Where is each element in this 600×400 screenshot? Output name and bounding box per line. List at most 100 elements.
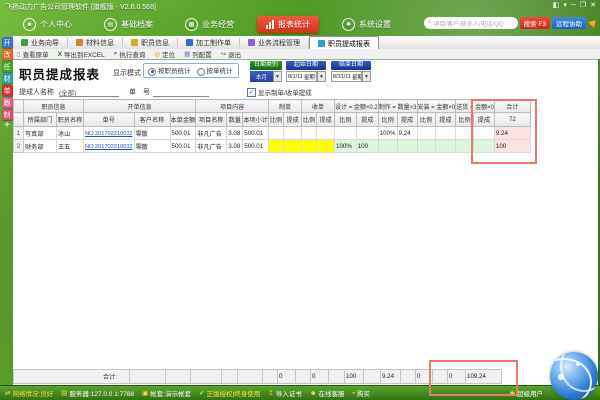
- grid-cell[interactable]: [473, 127, 494, 140]
- grid-cell[interactable]: 2: [14, 140, 24, 153]
- grid-cell[interactable]: 1: [14, 127, 24, 140]
- close-icon[interactable]: ✕: [590, 1, 596, 11]
- toolbar-4[interactable]: ◎定位: [154, 49, 175, 59]
- grid-cell[interactable]: [302, 140, 317, 153]
- grid-cell[interactable]: [317, 140, 335, 153]
- grid-cell[interactable]: 100%: [335, 140, 357, 153]
- toolbar-label: 退出: [228, 49, 241, 59]
- quick-add-button[interactable]: +: [4, 121, 10, 131]
- order-no-link[interactable]: NO.201702210032: [85, 144, 133, 150]
- grid-cell[interactable]: 500.01: [170, 140, 196, 153]
- grid-cell[interactable]: 非凡广告: [196, 140, 227, 153]
- mode-radio-1[interactable]: 按职员统计: [148, 65, 191, 75]
- order-no-link[interactable]: NO.201702210032: [85, 131, 133, 137]
- grid-cell[interactable]: 500.01: [243, 127, 269, 140]
- grid-cell[interactable]: NO.201702210032: [84, 140, 135, 153]
- nav-tab-1[interactable]: ☻个人中心: [14, 15, 81, 34]
- chevron-down-icon[interactable]: ▼: [362, 71, 371, 82]
- grid-cell[interactable]: 财务部: [24, 140, 57, 153]
- status-7[interactable]: ▪购买: [353, 388, 370, 398]
- sub-tab-5[interactable]: 业务流程管理: [240, 36, 308, 49]
- date-category-select[interactable]: 本月: [250, 71, 273, 82]
- grid-cell[interactable]: 3.08: [227, 140, 243, 153]
- quick-button-6[interactable]: 跟: [2, 97, 13, 108]
- show-commission-checkbox[interactable]: ✓ 显示制单/收单提成: [247, 87, 312, 97]
- skin-icon[interactable]: ◧: [553, 1, 560, 11]
- grid-cell[interactable]: 冰山: [57, 127, 84, 140]
- grid-cell[interactable]: [473, 140, 494, 153]
- grid-cell[interactable]: 100: [356, 140, 378, 153]
- grid-cell[interactable]: [417, 140, 435, 153]
- nav-tab-5[interactable]: ✱系统设置: [333, 15, 400, 34]
- status-6[interactable]: ☻在线客服: [310, 388, 345, 398]
- toolbar-1[interactable]: ▯查看原单: [17, 49, 49, 59]
- grid-cell[interactable]: [269, 127, 284, 140]
- grid-cell[interactable]: 写真部: [24, 127, 57, 140]
- sub-tab-6[interactable]: 职员提成报表: [309, 36, 379, 50]
- search-button[interactable]: 搜索 F3: [520, 17, 550, 29]
- status-5[interactable]: ↥导入证书: [268, 388, 301, 398]
- sub-tab-2[interactable]: 材料信息: [68, 36, 122, 49]
- grid-cell[interactable]: [284, 140, 302, 153]
- grid-cell[interactable]: 非凡广告: [196, 127, 227, 140]
- chevron-down-icon[interactable]: ▼: [273, 71, 282, 82]
- quick-button-3[interactable]: 任: [2, 61, 13, 72]
- table-row[interactable]: 1写真部冰山NO.201702210032零散500.01非凡广告3.08500…: [14, 127, 531, 140]
- grid-cell[interactable]: 3.08: [227, 127, 243, 140]
- grid-cell[interactable]: [435, 140, 456, 153]
- nav-tab-2[interactable]: ▤基础档案: [95, 15, 162, 34]
- nav-tab-3[interactable]: ▦业务经营: [176, 15, 243, 34]
- grid-cell[interactable]: [456, 127, 474, 140]
- status-label: 服务器:127.0.0.1:7788: [69, 388, 134, 398]
- grid-cell[interactable]: 500.01: [170, 127, 196, 140]
- toolbar-2[interactable]: X导出到EXCEL: [58, 49, 105, 59]
- sub-tab-3[interactable]: 职员信息: [123, 36, 177, 49]
- status-bar: ⇄网络情况:良好▤服务器:127.0.0.1:7788▣帐套:演示帐套✔正版授权…: [0, 385, 600, 400]
- grid-cell[interactable]: [284, 127, 302, 140]
- quick-button-2[interactable]: 改: [2, 49, 13, 60]
- grid-cell[interactable]: [397, 140, 417, 153]
- grid-group-header: 制作 = 数量×3: [378, 100, 417, 113]
- grid-cell[interactable]: [302, 127, 317, 140]
- commission-name-input[interactable]: (全部): [59, 87, 119, 97]
- end-date-select[interactable]: 8/31/11 星期三: [331, 71, 362, 82]
- mode-radio-2[interactable]: 按单统计: [197, 65, 233, 75]
- remote-assist-button[interactable]: 远程协助: [552, 17, 586, 29]
- grid-cell[interactable]: [356, 127, 378, 140]
- grid-cell[interactable]: 9.24: [494, 127, 530, 140]
- grid-cell[interactable]: 零散: [134, 140, 170, 153]
- start-date-select[interactable]: 8/1/11 星期一: [286, 71, 317, 82]
- sub-tab-1[interactable]: 业务向导: [13, 36, 67, 49]
- grid-cell[interactable]: 零散: [134, 127, 170, 140]
- grid-cell[interactable]: NO.201702210032: [84, 127, 135, 140]
- grid-cell[interactable]: [417, 127, 435, 140]
- report-content: 职员提成报表 显示模式 按职员统计按单统计 日期类别 本月 ▼ 起始日期 8/1…: [13, 59, 598, 385]
- toolbar-3[interactable]: ⌕执行查询: [114, 49, 146, 59]
- quick-button-7[interactable]: 制: [2, 109, 13, 120]
- grid-cell[interactable]: [269, 140, 284, 153]
- toolbar-5[interactable]: ▦列配置: [184, 49, 212, 59]
- order-no-input[interactable]: [153, 87, 209, 97]
- minimize-icon[interactable]: ─: [571, 1, 576, 11]
- nav-tab-4[interactable]: 报表统计: [257, 16, 319, 33]
- quick-button-1[interactable]: 开: [2, 37, 13, 48]
- search-input[interactable]: ⌕ 项目/客户/联系人/电话/QQ: [424, 17, 518, 29]
- grid-cell[interactable]: 500.01: [243, 140, 269, 153]
- menu-icon[interactable]: ▾: [563, 1, 567, 11]
- grid-cell[interactable]: [435, 127, 456, 140]
- grid-cell[interactable]: [378, 140, 397, 153]
- toolbar-6[interactable]: ↪退出: [221, 49, 241, 59]
- grid-cell[interactable]: 9.24: [397, 127, 417, 140]
- grid-cell[interactable]: 100: [494, 140, 530, 153]
- chevron-down-icon[interactable]: ▼: [317, 71, 326, 82]
- sub-tab-4[interactable]: 加工制作单: [178, 36, 239, 49]
- quick-button-5[interactable]: 单: [2, 85, 13, 96]
- maximize-icon[interactable]: ❐: [580, 1, 586, 11]
- grid-cell[interactable]: [335, 127, 357, 140]
- table-row[interactable]: 2财务部王五NO.201702210032零散500.01非凡广告3.08500…: [14, 140, 531, 153]
- grid-cell[interactable]: 100%: [378, 127, 397, 140]
- grid-cell[interactable]: [456, 140, 474, 153]
- grid-cell[interactable]: 王五: [57, 140, 84, 153]
- quick-button-4[interactable]: 材: [2, 73, 13, 84]
- grid-cell[interactable]: [317, 127, 335, 140]
